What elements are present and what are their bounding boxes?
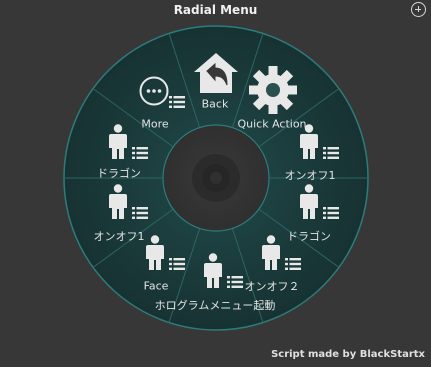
credit-text: Script made by BlackStartx — [271, 349, 425, 360]
menu-item-label: オンオフ1 — [93, 230, 145, 243]
list-icon — [323, 147, 339, 159]
quick-action-label: Quick Action — [237, 117, 307, 131]
back-label: Back — [201, 97, 229, 111]
list-icon — [323, 207, 339, 219]
menu-item-label: オンオフ1 — [284, 169, 336, 182]
menu-item-label: オンオフ２ — [244, 280, 300, 293]
list-icon — [285, 258, 301, 270]
list-icon — [227, 276, 243, 288]
list-icon — [132, 147, 148, 159]
menu-item-label: ドラゴン — [287, 230, 331, 243]
menu-item-label: ドラゴン — [97, 167, 141, 180]
more-label: More — [141, 117, 169, 131]
menu-item-label: ホログラムメニュー起動 — [154, 299, 276, 312]
list-icon — [169, 96, 185, 108]
gear-icon[interactable] — [249, 66, 297, 114]
menu-item-label: Face — [143, 279, 169, 293]
list-icon — [132, 207, 148, 219]
list-icon — [169, 258, 185, 270]
